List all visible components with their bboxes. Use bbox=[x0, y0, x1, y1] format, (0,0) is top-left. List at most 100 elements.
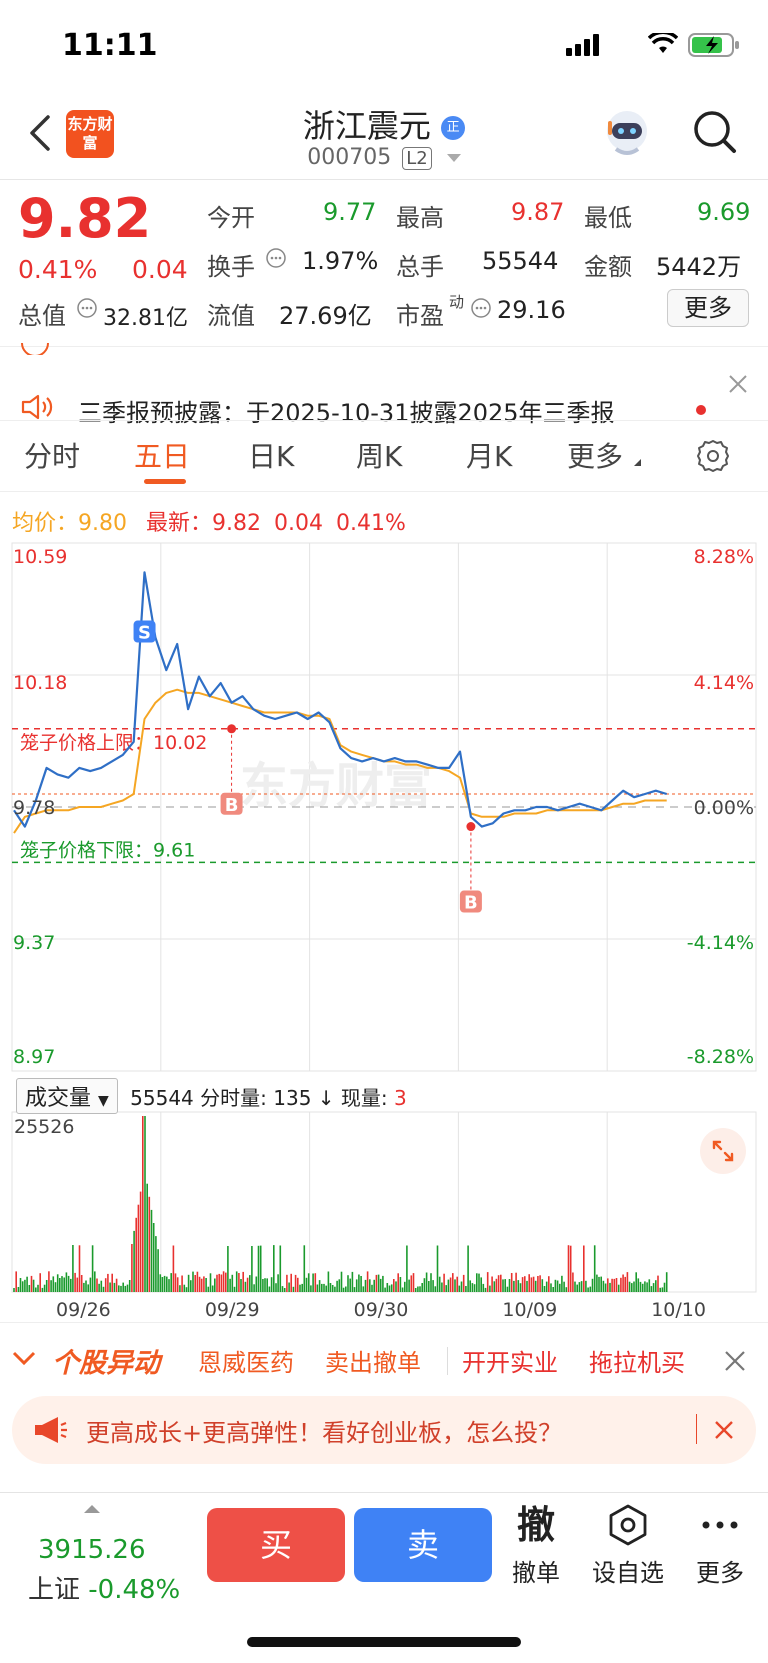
tab-daily-k[interactable]: 日K bbox=[248, 435, 294, 475]
alert-item[interactable]: 拖拉机买 bbox=[589, 1343, 685, 1378]
robot-assistant-icon[interactable] bbox=[602, 107, 652, 159]
tab-more[interactable]: 更多 bbox=[567, 435, 641, 475]
y-tick-right: 8.28% bbox=[694, 546, 754, 568]
y-tick-left: 10.18 bbox=[13, 672, 67, 694]
index-value[interactable]: 3915.26 bbox=[38, 1535, 146, 1565]
notice-partial-icon bbox=[21, 343, 49, 355]
open-label: 今开 bbox=[207, 204, 255, 232]
stock-code-row[interactable]: 000705 L2 bbox=[0, 145, 768, 170]
open-value: 9.77 bbox=[323, 198, 377, 226]
buy-button[interactable]: 买 bbox=[207, 1508, 345, 1582]
stock-name: 浙江震元 bbox=[302, 107, 431, 145]
battery-charging-icon bbox=[688, 33, 739, 57]
market-cap-label: 总值 bbox=[18, 302, 66, 330]
alert-item[interactable]: 开开实业 bbox=[462, 1343, 558, 1378]
megaphone-icon bbox=[35, 1417, 67, 1443]
promo-text: 更高成长+更高弹性！看好创业板，怎么投？ bbox=[86, 1419, 563, 1447]
y-tick-right: 0.00% bbox=[694, 797, 754, 819]
latest-change: 0.04 bbox=[274, 511, 323, 536]
volume-max-label: 25526 bbox=[14, 1116, 75, 1138]
y-tick-left: 9.78 bbox=[13, 797, 55, 819]
date-label: 09/30 bbox=[354, 1299, 409, 1321]
volume-select-label: 成交量 bbox=[25, 1086, 92, 1111]
alert-item[interactable]: 恩威医药 bbox=[198, 1343, 294, 1378]
pe-superscript: 动 bbox=[449, 293, 465, 311]
close-icon[interactable] bbox=[724, 1350, 746, 1372]
date-label: 09/26 bbox=[56, 1299, 111, 1321]
marker-s-label: S bbox=[138, 623, 151, 644]
sell-button[interactable]: 卖 bbox=[354, 1508, 492, 1582]
date-label: 09/29 bbox=[205, 1299, 260, 1321]
alert-item[interactable]: 卖出撤单 bbox=[325, 1343, 421, 1378]
stock-header: 东方财富 浙江震元 正 000705 L2 bbox=[0, 95, 768, 180]
pe-value: 29.16 bbox=[497, 296, 566, 324]
watermark: 东方财富 bbox=[240, 758, 432, 814]
tick-volume-label: 分时量: bbox=[200, 1086, 267, 1110]
info-icon[interactable] bbox=[76, 297, 98, 319]
date-labels: 09/26 09/29 09/30 10/09 10/10 bbox=[56, 1299, 706, 1321]
pe-label: 市盈 bbox=[396, 302, 444, 330]
cancel-order-icon: 撤 bbox=[516, 1503, 555, 1547]
volume-bars bbox=[13, 1116, 668, 1292]
status-time: 11:11 bbox=[62, 28, 158, 63]
amount-label: 金额 bbox=[584, 253, 632, 281]
fullscreen-icon[interactable] bbox=[700, 1128, 746, 1174]
market-cap-value: 32.81亿 bbox=[103, 306, 188, 331]
more-quote-button[interactable]: 更多 bbox=[667, 289, 749, 327]
latest-percent: 0.41% bbox=[335, 511, 406, 536]
notice-area[interactable]: 三季报预披露：于2025-10-31披露2025年三季报 bbox=[0, 343, 768, 427]
status-bar: 11:11 bbox=[0, 0, 768, 95]
float-cap-label: 流值 bbox=[207, 302, 255, 330]
cellular-signal-icon bbox=[566, 34, 599, 56]
more-actions-button[interactable]: 更多 bbox=[680, 1503, 760, 1588]
index-change: -0.48% bbox=[88, 1575, 181, 1605]
stock-code: 000705 bbox=[307, 145, 392, 170]
tab-intraday[interactable]: 分时 bbox=[24, 435, 80, 475]
y-tick-right: -8.28% bbox=[687, 1046, 754, 1068]
turnover-label: 换手 bbox=[207, 253, 255, 281]
gear-icon[interactable] bbox=[696, 439, 730, 473]
add-watchlist-button[interactable]: 设自选 bbox=[588, 1503, 668, 1588]
chevron-down-icon[interactable] bbox=[12, 1351, 36, 1367]
y-tick-left: 8.97 bbox=[13, 1046, 55, 1068]
tab-monthly-k[interactable]: 月K bbox=[466, 435, 512, 475]
rectified-badge: 正 bbox=[441, 116, 466, 140]
stock-alerts-bar[interactable]: 个股异动 恩威医药 卖出撤单 开开实业 拖拉机买 bbox=[0, 1322, 768, 1396]
divider bbox=[447, 1347, 448, 1375]
average-info-row: 均价：9.80 最新：9.82 0.04 0.41% bbox=[12, 505, 406, 537]
unread-dot bbox=[696, 405, 706, 415]
high-value: 9.87 bbox=[511, 198, 565, 226]
alerts-title: 个股异动 bbox=[52, 1348, 160, 1379]
five-day-chart[interactable]: 东方财富 笼子价格上限：10.02 笼子价格下限：9.61 S B B 10.59 10… bbox=[0, 540, 768, 1322]
promo-banner[interactable]: 更高成长+更高弹性！看好创业板，怎么投？ bbox=[12, 1396, 756, 1464]
current-price: 9.82 bbox=[18, 187, 152, 250]
search-icon[interactable] bbox=[692, 109, 738, 155]
volume-indicator-select[interactable]: 成交量 ▼ bbox=[16, 1078, 118, 1114]
info-icon[interactable] bbox=[265, 247, 287, 269]
volume-value: 55544 bbox=[482, 247, 559, 275]
expand-arrow-icon[interactable] bbox=[84, 1505, 100, 1513]
volume-header: 成交量 ▼ 55544 分时量: 135 ↓ 现量: 3 bbox=[16, 1078, 407, 1114]
cancel-order-button[interactable]: 撤 撤单 bbox=[496, 1503, 576, 1588]
close-icon[interactable] bbox=[728, 374, 748, 394]
index-row[interactable]: 上证 -0.48% bbox=[28, 1569, 180, 1606]
chevron-down-icon bbox=[446, 154, 461, 162]
low-label: 最低 bbox=[584, 204, 632, 232]
chart-tabs: 分时 五日 日K 周K 月K 更多 bbox=[0, 420, 768, 492]
tab-five-day[interactable]: 五日 bbox=[134, 435, 190, 475]
down-arrow-icon: ↓ bbox=[317, 1086, 335, 1110]
marker-b-label: B bbox=[464, 893, 478, 914]
tab-weekly-k[interactable]: 周K bbox=[356, 435, 402, 475]
more-dots-icon bbox=[702, 1521, 738, 1529]
y-tick-left: 10.59 bbox=[13, 546, 67, 568]
dropdown-triangle-icon: ▼ bbox=[98, 1093, 109, 1109]
index-name: 上证 bbox=[28, 1575, 81, 1605]
change-amount: 0.04 bbox=[132, 255, 188, 284]
current-volume-value: 3 bbox=[394, 1086, 407, 1110]
date-label: 10/09 bbox=[502, 1299, 557, 1321]
info-icon[interactable] bbox=[470, 297, 492, 319]
tab-more-label: 更多 bbox=[567, 440, 624, 473]
quote-panel: 9.82 0.41% 0.04 今开 9.77 最高 9.87 最低 9.69 … bbox=[0, 181, 768, 346]
avg-value: 9.80 bbox=[78, 511, 127, 536]
close-icon[interactable] bbox=[714, 1420, 734, 1440]
